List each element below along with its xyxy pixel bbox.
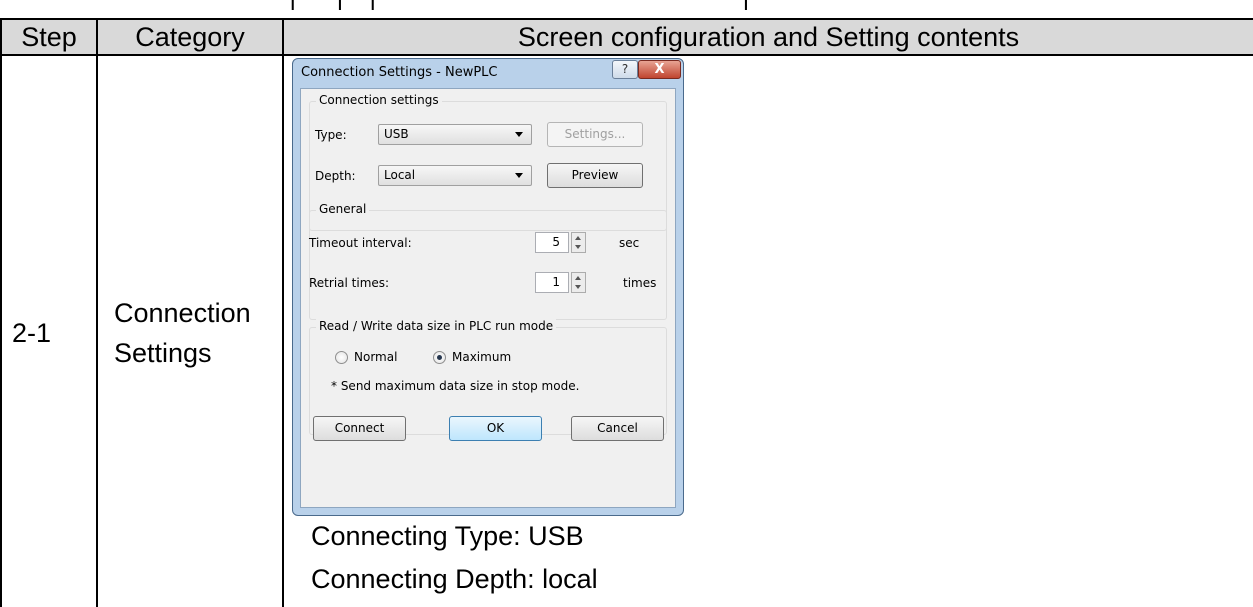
retrial-label: Retrial times: [309,276,390,290]
timeout-label: Timeout interval: [309,236,412,250]
header-step: Step [0,18,98,56]
general-group-label: General [316,202,370,216]
category-line-1: Connection [114,298,251,328]
category-line-2: Settings [114,338,212,368]
depth-select-value: Local [384,168,416,182]
header-content: Screen configuration and Setting content… [282,18,1253,56]
timeout-stepper[interactable] [571,232,586,253]
type-label: Type: [315,128,347,142]
chevron-up-icon [575,236,581,240]
header-row: Step Category Screen configuration and S… [0,18,1253,56]
clipped-caption-remnant: [][] [290,0,750,10]
category-cell: Connection Settings [96,54,284,607]
stop-mode-note: * Send maximum data size in stop mode. [331,379,580,393]
ok-button[interactable]: OK [449,416,542,441]
settings-button[interactable]: Settings... [547,122,643,147]
connecting-type-note: Connecting Type: USB [311,521,584,551]
connection-settings-group-label: Connection settings [316,93,442,107]
chevron-up-icon [575,276,581,280]
timeout-unit: sec [619,236,640,250]
retrial-unit: times [623,276,657,290]
connecting-depth-note: Connecting Depth: local [311,564,598,594]
general-group [309,210,667,320]
chevron-down-icon [575,245,581,249]
radio-maximum[interactable] [433,351,446,364]
timeout-input[interactable]: 5 [535,232,569,253]
chevron-down-icon [515,132,523,137]
connect-button[interactable]: Connect [313,416,406,441]
radio-normal[interactable] [335,351,348,364]
help-button[interactable]: ? [612,60,638,79]
preview-button[interactable]: Preview [547,163,643,188]
header-category: Category [96,18,284,56]
radio-maximum-label: Maximum [452,350,512,364]
type-select[interactable]: USB [378,124,532,145]
type-select-value: USB [384,127,409,141]
depth-select[interactable]: Local [378,165,532,186]
retrial-stepper[interactable] [571,272,586,293]
retrial-input[interactable]: 1 [535,272,569,293]
close-button[interactable]: X [638,60,681,79]
radio-normal-label: Normal [354,350,398,364]
rw-size-group-label: Read / Write data size in PLC run mode [316,319,557,333]
cancel-button[interactable]: Cancel [571,416,664,441]
step-cell: 2-1 [0,54,98,607]
dialog-title: Connection Settings - NewPLC [301,65,498,80]
content-cell: Connection Settings - NewPLC ? X Connect… [282,54,1253,607]
chevron-down-icon [515,173,523,178]
procedure-table: Step Category Screen configuration and S… [0,18,1253,607]
table-row: 2-1 Connection Settings Connection Setti… [0,54,1253,607]
dialog-client-area: Connection settings Type: USB Settings..… [300,88,676,508]
depth-label: Depth: [315,169,356,183]
connection-settings-dialog: Connection Settings - NewPLC ? X Connect… [292,58,684,516]
chevron-down-icon [575,285,581,289]
